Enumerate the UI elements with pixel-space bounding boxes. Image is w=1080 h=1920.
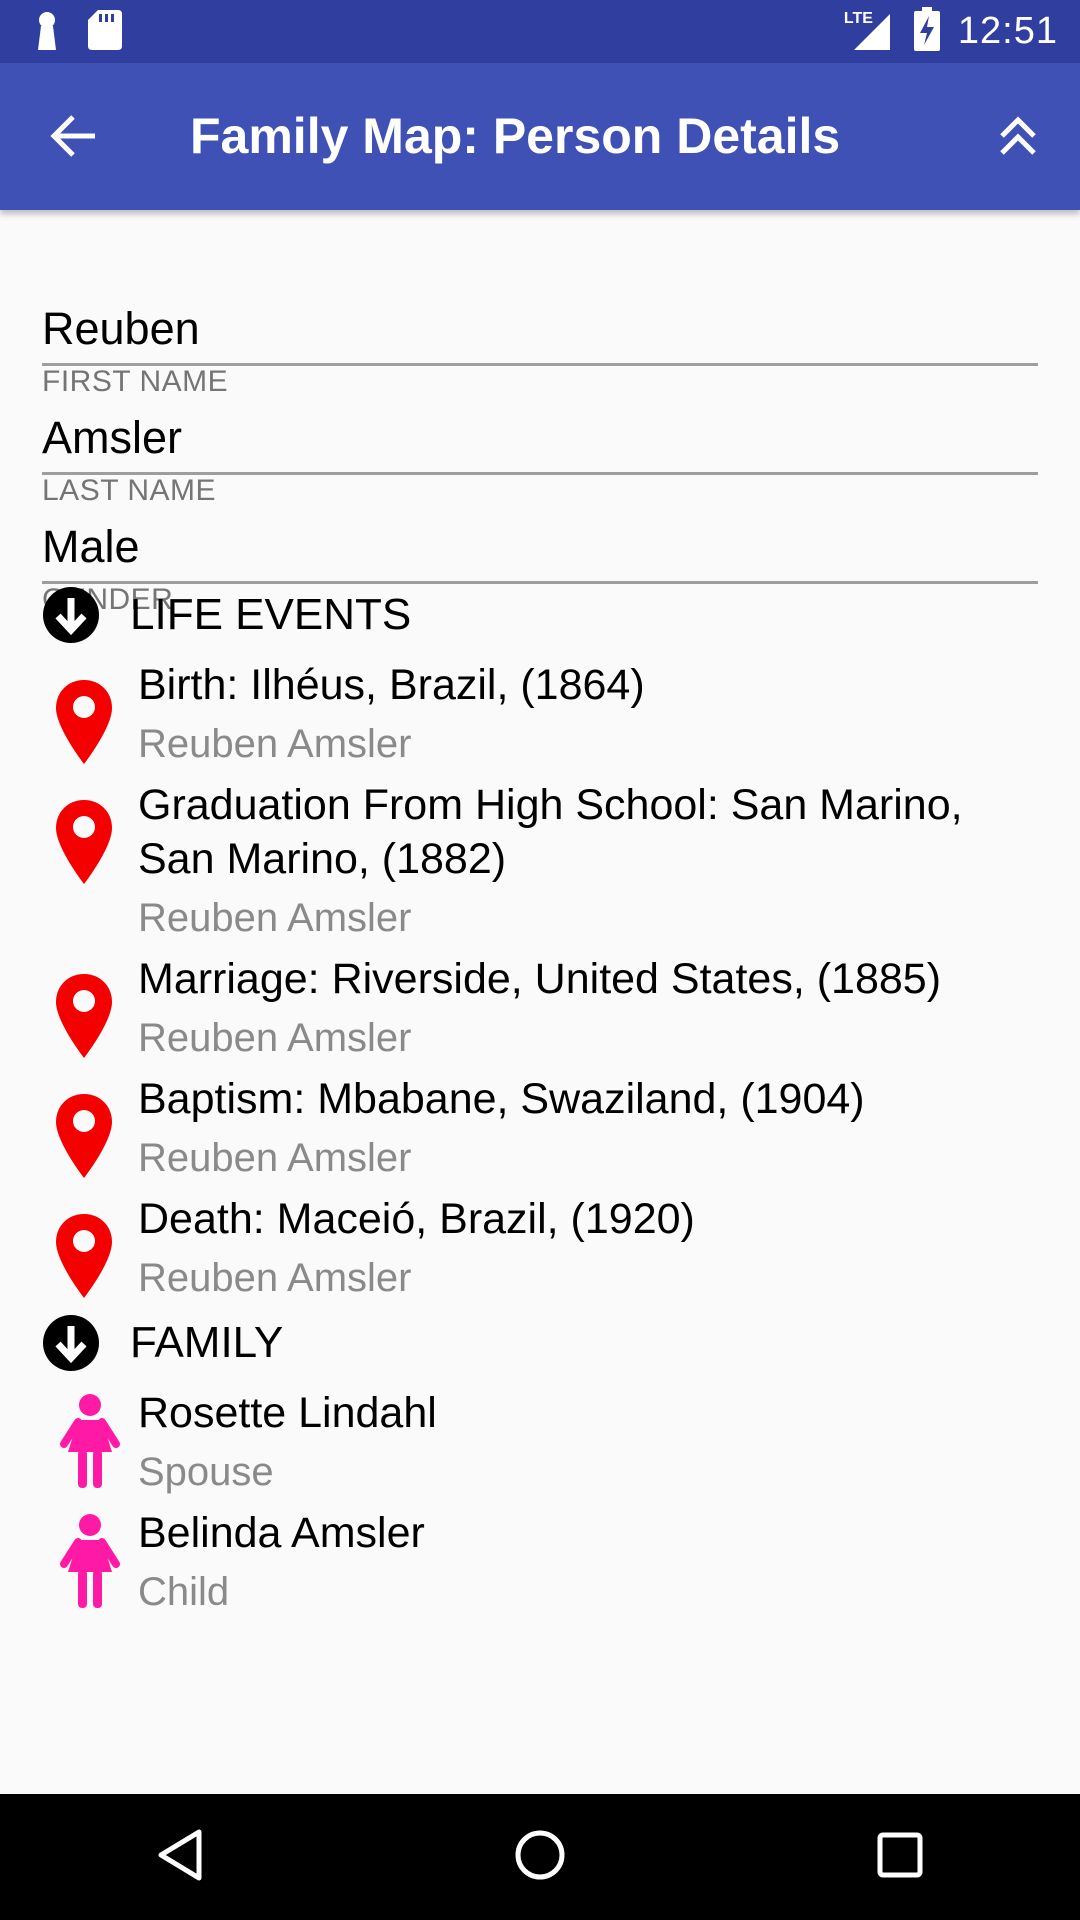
signal-icon: LTE [844, 10, 896, 54]
nav-home-button[interactable] [470, 1794, 610, 1920]
nav-recents-button[interactable] [830, 1794, 970, 1920]
event-title: Death: Maceió, Brazil, (1920) [138, 1195, 695, 1243]
back-triangle-icon [155, 1828, 205, 1887]
first-name-value: Reuben [42, 303, 200, 354]
expand-arrow-icon [42, 586, 100, 644]
person-details-screen: LTE 12:51 Family Map: Person Details Reu… [0, 0, 1080, 1920]
map-marker-icon [56, 1214, 124, 1303]
family-member-row[interactable]: Rosette Lindahl Spouse [0, 1386, 1080, 1496]
life-event-row[interactable]: Death: Maceió, Brazil, (1920) Reuben Ams… [0, 1192, 1080, 1302]
life-events-header[interactable]: LIFE EVENTS [42, 580, 411, 650]
female-icon [54, 1394, 122, 1495]
nav-back-button[interactable] [110, 1794, 250, 1920]
event-person: Reuben Amsler [138, 722, 412, 766]
family-title: FAMILY [130, 1318, 284, 1367]
event-title: Birth: Ilhéus, Brazil, (1864) [138, 661, 645, 709]
go-to-top-button[interactable] [978, 103, 1058, 173]
map-marker-icon [56, 680, 124, 769]
life-event-row[interactable]: Baptism: Mbabane, Swaziland, (1904) Reub… [0, 1072, 1080, 1182]
back-button[interactable] [28, 103, 118, 173]
gender-field: Male GENDER [42, 473, 1038, 616]
event-person: Reuben Amsler [138, 1136, 412, 1180]
map-marker-icon [56, 800, 124, 889]
family-member-name: Belinda Amsler [138, 1509, 425, 1557]
home-circle-icon [514, 1829, 566, 1886]
family-member-relation: Spouse [138, 1450, 274, 1494]
keyhole-icon [32, 10, 62, 55]
last-name-field: Amsler LAST NAME [42, 364, 1038, 507]
life-event-row[interactable]: Birth: Ilhéus, Brazil, (1864) Reuben Ams… [0, 658, 1080, 768]
navigation-bar [0, 1794, 1080, 1920]
life-events-title: LIFE EVENTS [130, 590, 412, 639]
first-name-field: Reuben FIRST NAME [42, 255, 1038, 398]
gender-value: Male [42, 521, 140, 572]
life-event-row[interactable]: Graduation From High School: San Marino,… [0, 778, 1080, 948]
expand-arrow-icon [42, 1314, 100, 1372]
life-event-row[interactable]: Marriage: Riverside, United States, (188… [0, 952, 1080, 1062]
family-header[interactable]: FAMILY [42, 1308, 283, 1378]
event-person: Reuben Amsler [138, 896, 412, 940]
last-name-value: Amsler [42, 412, 183, 463]
app-bar: Family Map: Person Details [0, 63, 1080, 210]
event-person: Reuben Amsler [138, 1256, 412, 1300]
map-marker-icon [56, 974, 124, 1063]
battery-charging-icon [913, 7, 940, 56]
arrow-left-icon [49, 114, 97, 163]
family-member-row[interactable]: Belinda Amsler Child [0, 1506, 1080, 1616]
page-title: Family Map: Person Details [190, 108, 841, 164]
event-title: Graduation From High School: San Marino,… [138, 781, 963, 883]
recents-square-icon [876, 1831, 924, 1884]
double-chevron-up-icon [996, 114, 1040, 163]
event-title: Baptism: Mbabane, Swaziland, (1904) [138, 1075, 865, 1123]
status-bar: LTE 12:51 [0, 0, 1080, 63]
family-member-relation: Child [138, 1570, 230, 1614]
female-icon [54, 1514, 122, 1615]
map-marker-icon [56, 1094, 124, 1183]
person-details-content: Reuben FIRST NAME Amsler LAST NAME Male … [0, 210, 1080, 1794]
event-person: Reuben Amsler [138, 1016, 412, 1060]
event-title: Marriage: Riverside, United States, (188… [138, 955, 942, 1003]
sd-card-icon [88, 10, 122, 55]
family-member-name: Rosette Lindahl [138, 1389, 437, 1437]
clock: 12:51 [957, 10, 1058, 52]
